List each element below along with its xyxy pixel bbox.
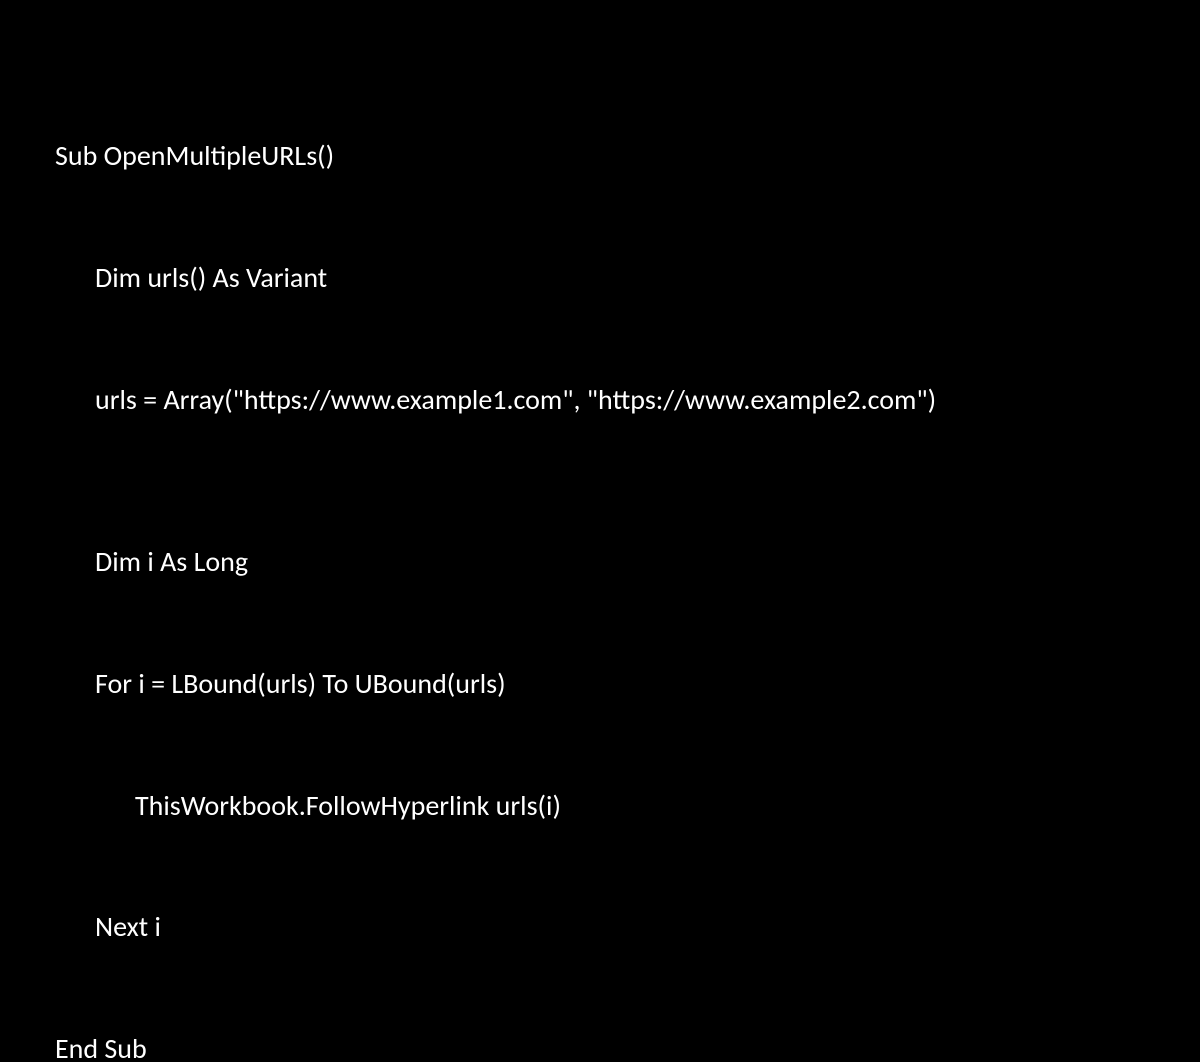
code-line-2: Dim urls() As Variant xyxy=(55,258,1145,299)
code-line-1: Sub OpenMultipleURLs() xyxy=(55,136,1145,177)
code-line-8: End Sub xyxy=(55,1029,1145,1062)
code-block: Sub OpenMultipleURLs() Dim urls() As Var… xyxy=(55,55,1145,1062)
code-line-7: Next i xyxy=(55,907,1145,948)
code-line-5: For i = LBound(urls) To UBound(urls) xyxy=(55,664,1145,705)
code-line-3: urls = Array("https://www.example1.com",… xyxy=(55,380,1145,421)
code-line-6: ThisWorkbook.FollowHyperlink urls(i) xyxy=(55,786,1145,827)
code-line-4: Dim i As Long xyxy=(55,542,1145,583)
